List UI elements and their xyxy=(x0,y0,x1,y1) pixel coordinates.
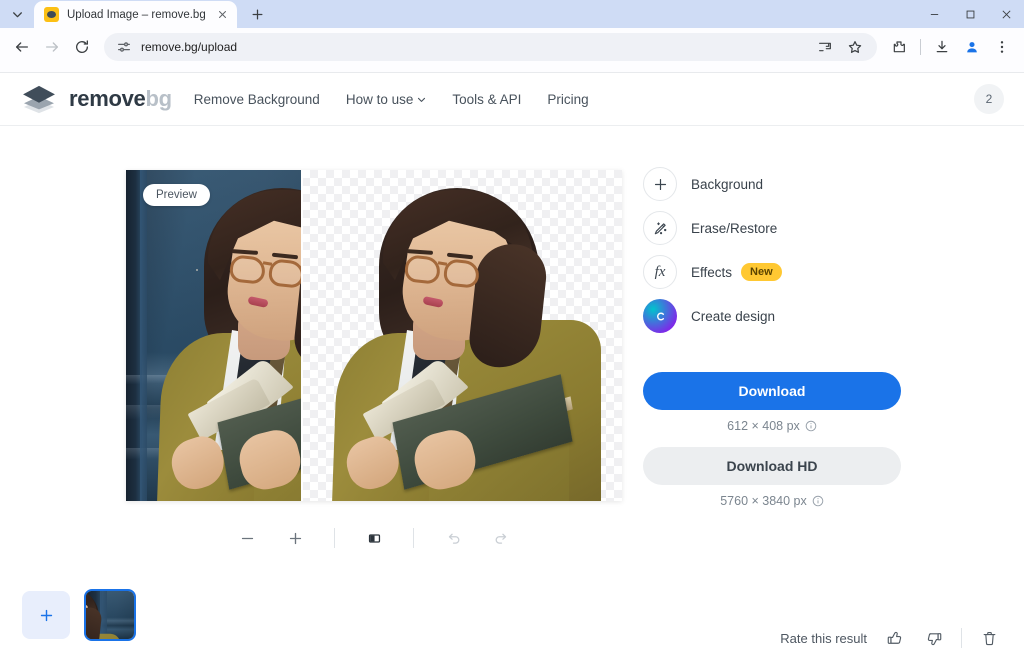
bookmark-star-icon[interactable] xyxy=(841,33,869,61)
tab-search-icon[interactable] xyxy=(4,1,30,27)
extensions-icon[interactable] xyxy=(885,33,913,61)
reload-icon[interactable] xyxy=(68,33,96,61)
person-original-artwork xyxy=(126,170,301,501)
transparency-canvas[interactable]: Preview xyxy=(126,170,622,501)
close-icon[interactable] xyxy=(214,6,231,23)
browser-tab[interactable]: Upload Image – remove.bg xyxy=(34,1,237,28)
download-button[interactable]: Download xyxy=(643,372,901,410)
info-icon xyxy=(812,495,824,507)
chrome-bottom-edge xyxy=(0,65,1024,73)
nav-label: Tools & API xyxy=(452,92,521,107)
split-view-button[interactable] xyxy=(357,521,391,555)
nav-tools-api[interactable]: Tools & API xyxy=(452,92,521,107)
download-dimensions: 612 × 408 px xyxy=(643,419,901,433)
option-background[interactable]: Background xyxy=(643,162,901,206)
nav-label: Remove Background xyxy=(194,92,320,107)
option-label: Background xyxy=(691,177,763,192)
option-create-design[interactable]: Create design xyxy=(643,294,901,338)
tab-title: Upload Image – remove.bg xyxy=(67,9,206,21)
zoom-in-button[interactable] xyxy=(278,521,312,555)
zoom-out-button[interactable] xyxy=(230,521,264,555)
download-hd-dimensions: 5760 × 3840 px xyxy=(643,494,901,508)
maximize-button[interactable] xyxy=(952,0,988,28)
rate-label: Rate this result xyxy=(780,631,867,646)
main-nav: Remove Background How to use Tools & API… xyxy=(194,92,589,107)
removebg-favicon-icon xyxy=(44,7,59,22)
preview-badge[interactable]: Preview xyxy=(143,184,210,206)
tab-strip: Upload Image – remove.bg xyxy=(0,0,1024,28)
nav-label: How to use xyxy=(346,92,414,107)
info-icon xyxy=(805,420,817,432)
profile-icon[interactable] xyxy=(958,33,986,61)
forward-icon[interactable] xyxy=(38,33,66,61)
brand-name-light: bg xyxy=(145,86,171,111)
page-content: removebg Remove Background How to use To… xyxy=(0,73,1024,661)
toolbar-separator xyxy=(334,528,335,548)
toolbar-divider xyxy=(920,39,921,55)
tune-icon[interactable] xyxy=(116,39,132,55)
back-icon[interactable] xyxy=(8,33,36,61)
address-bar-text: remove.bg/upload xyxy=(141,40,802,54)
download-hd-dimensions-text: 5760 × 3840 px xyxy=(720,494,807,508)
rate-separator xyxy=(961,628,962,648)
close-window-button[interactable] xyxy=(988,0,1024,28)
thumbnail-strip xyxy=(22,589,136,641)
thumb-down-icon[interactable] xyxy=(921,625,947,651)
brand-name-strong: remove xyxy=(69,86,145,111)
canvas-toolbar xyxy=(126,518,622,558)
nav-how-to-use[interactable]: How to use xyxy=(346,92,427,107)
download-dimensions-text: 612 × 408 px xyxy=(727,419,800,433)
canva-icon xyxy=(643,299,677,333)
browser-toolbar: remove.bg/upload xyxy=(0,28,1024,65)
plus-icon xyxy=(643,167,677,201)
nav-label: Pricing xyxy=(547,92,588,107)
option-effects[interactable]: fx Effects New xyxy=(643,250,901,294)
original-side xyxy=(126,170,301,501)
account-credits-badge[interactable]: 2 xyxy=(974,84,1004,114)
option-label: Create design xyxy=(691,309,775,324)
thumbnail-item[interactable] xyxy=(84,589,136,641)
cast-icon[interactable] xyxy=(811,33,839,61)
trash-icon[interactable] xyxy=(976,625,1002,651)
window-controls xyxy=(916,0,1024,28)
address-bar[interactable]: remove.bg/upload xyxy=(104,33,877,61)
toolbar-separator xyxy=(413,528,414,548)
minimize-button[interactable] xyxy=(916,0,952,28)
download-panel: Download 612 × 408 px Download HD 5760 ×… xyxy=(643,372,901,508)
site-header: removebg Remove Background How to use To… xyxy=(0,73,1024,126)
brand-wordmark: removebg xyxy=(69,86,172,112)
magic-wand-icon xyxy=(643,211,677,245)
site-logo[interactable]: removebg xyxy=(20,84,172,114)
options-panel: Background Erase/Restore xyxy=(643,162,901,338)
redo-button[interactable] xyxy=(484,521,518,555)
rate-result-bar: Rate this result xyxy=(780,625,1002,651)
add-image-button[interactable] xyxy=(22,591,70,639)
fx-icon: fx xyxy=(643,255,677,289)
result-side xyxy=(301,170,622,501)
option-label: Erase/Restore xyxy=(691,221,777,236)
nav-pricing[interactable]: Pricing xyxy=(547,92,588,107)
nav-remove-background[interactable]: Remove Background xyxy=(194,92,320,107)
download-hd-button[interactable]: Download HD xyxy=(643,447,901,485)
person-cutout-artwork xyxy=(301,170,611,501)
option-label: Effects xyxy=(691,265,732,280)
layers-logo-icon xyxy=(20,84,58,114)
image-preview-area: Preview xyxy=(126,170,622,501)
undo-button[interactable] xyxy=(436,521,470,555)
new-badge: New xyxy=(741,263,782,281)
more-menu-icon[interactable] xyxy=(988,33,1016,61)
downloads-icon[interactable] xyxy=(928,33,956,61)
thumb-up-icon[interactable] xyxy=(881,625,907,651)
new-tab-button[interactable] xyxy=(245,1,271,27)
browser-window: Upload Image – remove.bg xyxy=(0,0,1024,661)
chevron-down-icon xyxy=(417,95,426,104)
option-erase-restore[interactable]: Erase/Restore xyxy=(643,206,901,250)
split-view-handle[interactable] xyxy=(301,170,303,501)
editor-workspace: Preview xyxy=(0,126,1024,661)
